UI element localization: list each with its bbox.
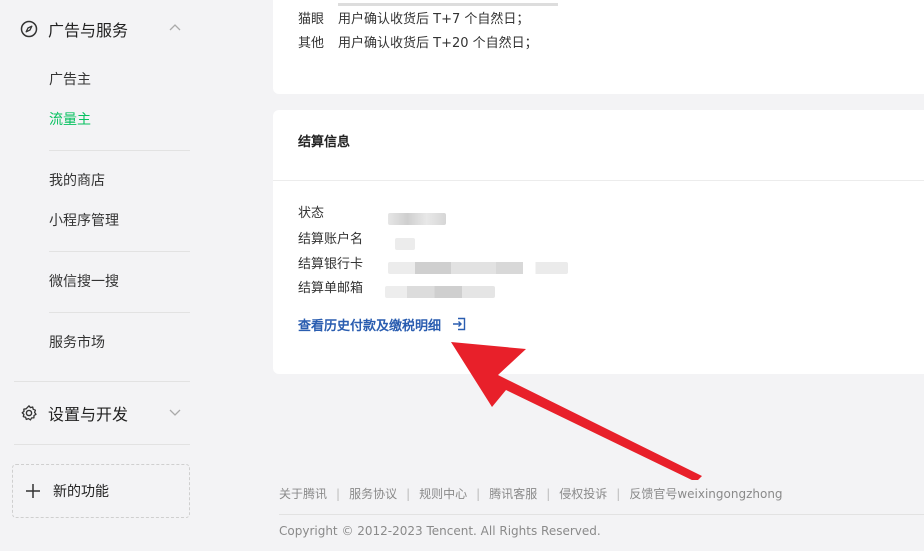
new-feature-button[interactable]: 新的功能 xyxy=(12,464,190,518)
group-settings-label: 设置与开发 xyxy=(48,405,129,424)
footer-link-rules[interactable]: 规则中心 xyxy=(419,487,467,501)
redacted-bank-card xyxy=(388,262,568,274)
footer-link-about[interactable]: 关于腾讯 xyxy=(279,487,327,501)
redacted-account-name xyxy=(395,238,415,250)
footer-link-support[interactable]: 腾讯客服 xyxy=(489,487,537,501)
settlement-rule-row: 猫眼 用户确认收货后 T+7 个自然日； xyxy=(298,12,530,27)
payment-tax-history-link-label: 查看历史付款及缴税明细 xyxy=(298,318,442,334)
chevron-down-icon[interactable] xyxy=(168,405,182,419)
field-account-name-label: 结算账户名 xyxy=(298,232,364,247)
chevron-up-icon[interactable] xyxy=(168,21,182,35)
divider xyxy=(49,312,190,313)
sidebar-item-service-market[interactable]: 服务市场 xyxy=(49,333,105,353)
settlement-rule-row: 其他 用户确认收货后 T+20 个自然日； xyxy=(298,36,538,51)
field-email-label: 结算单邮箱 xyxy=(298,281,364,296)
new-feature-label: 新的功能 xyxy=(53,484,109,500)
annotation-arrow xyxy=(451,342,702,480)
divider xyxy=(49,251,190,252)
plus-icon xyxy=(25,483,41,499)
footer-links: 关于腾讯 | 服务协议 | 规则中心 | 腾讯客服 | 侵权投诉 | 反馈官号weixingongz… xyxy=(279,487,783,501)
footer-link-feedback[interactable]: 反馈官号weixingongzhong xyxy=(629,487,782,501)
group-ads-label: 广告与服务 xyxy=(48,21,129,40)
field-status-label: 状态 xyxy=(298,206,325,221)
sidebar-item-publisher[interactable]: 流量主 xyxy=(49,110,91,130)
group-ads-services[interactable]: 广告与服务 xyxy=(20,17,190,41)
sidebar-item-miniprogram[interactable]: 小程序管理 xyxy=(49,211,119,231)
sidebar-item-wechat-search[interactable]: 微信搜一搜 xyxy=(49,272,119,292)
sidebar-item-my-store[interactable]: 我的商店 xyxy=(49,171,105,191)
divider xyxy=(273,180,924,181)
settlement-info-title: 结算信息 xyxy=(298,135,351,150)
gear-icon xyxy=(20,404,38,422)
field-bank-card-label: 结算银行卡 xyxy=(298,257,364,272)
copyright: Copyright © 2012-2023 Tencent. All Right… xyxy=(279,524,601,538)
settlement-rules-card: 猫眼 用户确认收货后 T+7 个自然日； 其他 用户确认收货后 T+20 个自然日； xyxy=(273,0,924,94)
divider xyxy=(14,444,190,445)
group-settings-dev[interactable]: 设置与开发 xyxy=(20,401,190,425)
divider xyxy=(49,150,190,151)
footer-link-complaint[interactable]: 侵权投诉 xyxy=(559,487,607,501)
redacted-status-value xyxy=(388,213,446,225)
divider xyxy=(279,514,924,515)
sidebar-item-advertiser[interactable]: 广告主 xyxy=(49,70,91,90)
sidebar: 广告与服务 广告主 流量主 我的商店 小程序管理 微信搜一搜 服务市场 设置与开… xyxy=(0,0,203,551)
redacted-email xyxy=(385,286,495,298)
footer-link-agreement[interactable]: 服务协议 xyxy=(349,487,397,501)
compass-icon xyxy=(20,20,38,38)
divider xyxy=(14,381,190,382)
